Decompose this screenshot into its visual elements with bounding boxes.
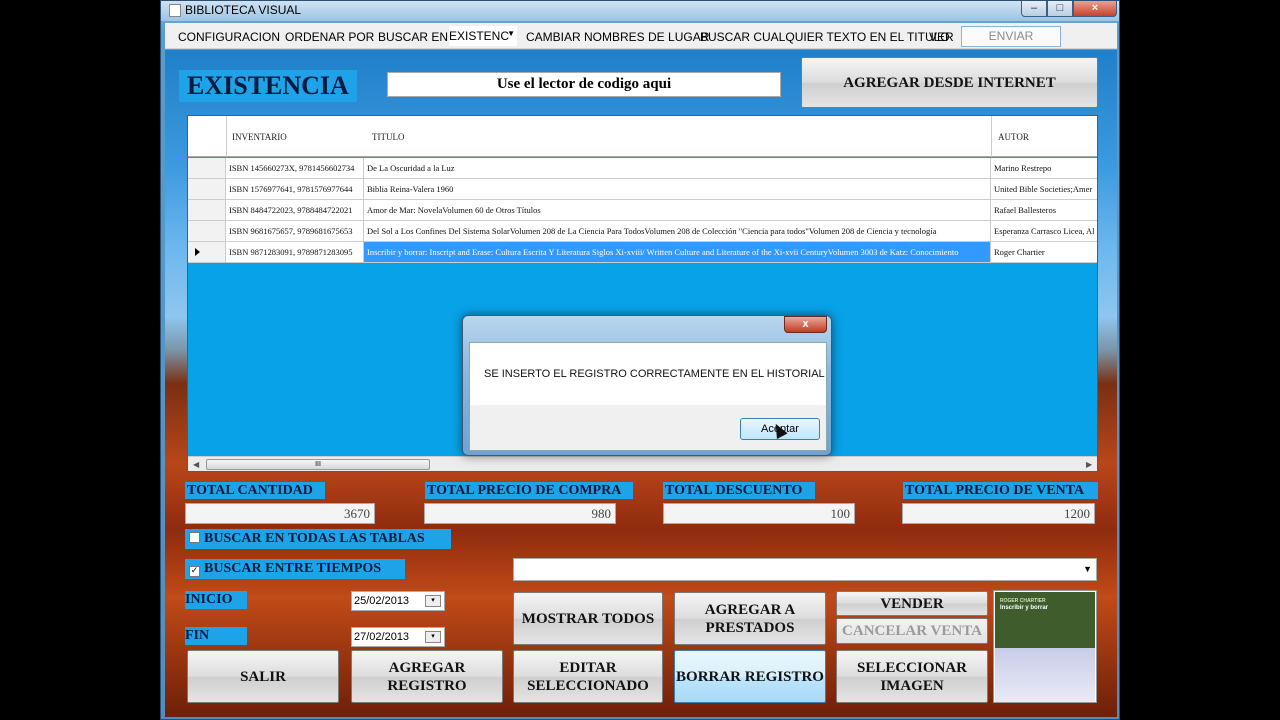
barcode-input[interactable]: Use el lector de codigo aqui: [387, 72, 781, 97]
window-title: BIBLIOTECA VISUAL: [185, 3, 302, 17]
inicio-date-picker[interactable]: 25/02/2013 ▾: [351, 591, 445, 611]
total-compra-value: 980: [424, 503, 616, 524]
cell-inventario[interactable]: ISBN 145660273X, 9781456602734: [226, 158, 364, 178]
editar-seleccionado-button[interactable]: EDITAR SELECCIONADO: [513, 650, 663, 703]
app-window: BIBLIOTECA VISUAL – □ × CONFIGURACION OR…: [160, 0, 1120, 720]
menu-ordenar-por[interactable]: ORDENAR POR: [285, 30, 374, 44]
agregar-registro-button[interactable]: AGREGAR REGISTRO: [351, 650, 503, 703]
cell-titulo[interactable]: Del Sol a Los Confines Del Sistema Solar…: [364, 221, 991, 241]
cell-autor[interactable]: Marino Restrepo: [991, 158, 1097, 178]
total-venta-label: TOTAL PRECIO DE VENTA: [903, 482, 1098, 499]
row-header[interactable]: [188, 200, 226, 220]
cell-titulo[interactable]: De La Oscuridad a la Luz: [364, 158, 991, 178]
calendar-icon[interactable]: ▾: [425, 631, 441, 643]
checkbox-label: BUSCAR EN TODAS LAS TABLAS: [204, 531, 425, 546]
grid-header: INVENTARIO TITULO AUTOR: [188, 116, 1097, 157]
cell-titulo[interactable]: Inscribir y borrar: Inscript and Erase: …: [364, 242, 991, 262]
fin-date-picker[interactable]: 27/02/2013 ▾: [351, 627, 445, 647]
fin-label: FIN: [185, 627, 247, 645]
column-header-autor[interactable]: AUTOR: [998, 132, 1029, 142]
cell-inventario[interactable]: ISBN 9681675657, 9789681675653: [226, 221, 364, 241]
enviar-correo-button[interactable]: ENVIAR CORREO: [961, 26, 1061, 62]
table-row[interactable]: ISBN 145660273X, 9781456602734 De La Osc…: [188, 158, 1097, 179]
total-cantidad-label: TOTAL CANTIDAD: [185, 482, 325, 499]
dialog-body: SE INSERTO EL REGISTRO CORRECTAMENTE EN …: [469, 342, 827, 451]
menu-buscar-en[interactable]: BUSCAR EN: [378, 30, 448, 44]
title-bar[interactable]: BIBLIOTECA VISUAL – □ ×: [161, 1, 1119, 21]
cancelar-venta-button[interactable]: CANCELAR VENTA: [836, 618, 988, 644]
dialog-close-button[interactable]: x: [784, 316, 827, 333]
mostrar-todos-button[interactable]: MOSTRAR TODOS: [513, 592, 663, 645]
cell-autor[interactable]: Esperanza Carrasco Licea, Al: [991, 221, 1097, 241]
fin-date-value: 27/02/2013: [354, 631, 410, 643]
column-header-inventario[interactable]: INVENTARIO: [232, 132, 287, 142]
current-row-icon: [195, 248, 200, 256]
table-row[interactable]: ISBN 9681675657, 9789681675653 Del Sol a…: [188, 221, 1097, 242]
checkbox-checked[interactable]: ✓: [189, 566, 200, 577]
table-row[interactable]: ISBN 1576977641, 9781576977644 Biblia Re…: [188, 179, 1097, 200]
minimize-button[interactable]: –: [1021, 1, 1047, 17]
dialog-message: SE INSERTO EL REGISTRO CORRECTAMENTE EN …: [484, 368, 825, 380]
agregar-prestados-button[interactable]: AGREGAR A PRESTADOS: [674, 592, 826, 645]
menu-bar: CONFIGURACION ORDENAR POR BUSCAR EN EXIS…: [165, 23, 1117, 62]
cell-inventario[interactable]: ISBN 8484722023, 9788484722021: [226, 200, 364, 220]
total-descuento-label: TOTAL DESCUENTO: [663, 482, 815, 499]
main-panel: EXISTENCIA Use el lector de codigo aqui …: [165, 50, 1117, 717]
row-header[interactable]: [188, 242, 226, 262]
scroll-right-icon[interactable]: ▶: [1086, 460, 1092, 469]
cell-titulo[interactable]: Biblia Reina-Valera 1960: [364, 179, 991, 199]
row-header[interactable]: [188, 158, 226, 178]
chevron-down-icon: ▼: [1083, 564, 1092, 574]
menu-cambiar-nombres[interactable]: CAMBIAR NOMBRES DE LUGAR: [526, 30, 709, 44]
cell-autor[interactable]: Rafael Ballesteros: [991, 200, 1097, 220]
book-cover-author: ROGER CHARTIER: [1000, 598, 1046, 604]
cell-autor[interactable]: United Bible Societies;Amer: [991, 179, 1097, 199]
scroll-left-icon[interactable]: ◀: [193, 460, 199, 469]
horizontal-scrollbar[interactable]: ◀ III ▶: [188, 456, 1097, 471]
cell-inventario[interactable]: ISBN 1576977641, 9781576977644: [226, 179, 364, 199]
message-dialog: x SE INSERTO EL REGISTRO CORRECTAMENTE E…: [462, 315, 832, 456]
row-header[interactable]: [188, 179, 226, 199]
chevron-down-icon: ▼: [507, 29, 515, 38]
search-table-combo[interactable]: EXISTENC ▼: [449, 26, 517, 46]
desktop: BIBLIOTECA VISUAL – □ × CONFIGURACION OR…: [0, 0, 1280, 720]
inicio-label: INICIO: [185, 591, 247, 609]
book-cover-image: ROGER CHARTIER Inscribir y borrar: [993, 590, 1097, 703]
search-table-value: EXISTENC: [449, 29, 510, 43]
column-header-titulo[interactable]: TITULO: [372, 132, 405, 142]
menu-configuracion[interactable]: CONFIGURACION: [178, 30, 280, 44]
maximize-button[interactable]: □: [1047, 1, 1073, 17]
checkbox-label: BUSCAR ENTRE TIEMPOS: [204, 561, 382, 576]
buscar-todas-tablas-checkbox[interactable]: BUSCAR EN TODAS LAS TABLAS: [185, 529, 451, 549]
borrar-registro-button[interactable]: BORRAR REGISTRO: [674, 650, 826, 703]
close-window-button[interactable]: ×: [1073, 1, 1117, 17]
buscar-entre-tiempos-checkbox[interactable]: ✓ BUSCAR ENTRE TIEMPOS: [185, 559, 405, 579]
table-row[interactable]: ISBN 8484722023, 9788484722021 Amor de M…: [188, 200, 1097, 221]
inicio-date-value: 25/02/2013: [354, 595, 410, 607]
salir-button[interactable]: SALIR: [187, 650, 339, 703]
checkbox-box[interactable]: [189, 532, 200, 543]
calendar-icon[interactable]: ▾: [425, 595, 441, 607]
cell-inventario[interactable]: ISBN 9871283091, 9789871283095: [226, 242, 364, 262]
row-header[interactable]: [188, 221, 226, 241]
book-cover-title: Inscribir y borrar: [1000, 605, 1049, 611]
menu-ver[interactable]: VER: [929, 30, 954, 44]
total-compra-label: TOTAL PRECIO DE COMPRA: [425, 482, 633, 499]
section-label: EXISTENCIA: [179, 70, 357, 102]
seleccionar-imagen-button[interactable]: SELECCIONAR IMAGEN: [836, 650, 988, 703]
search-combo[interactable]: ▼: [513, 558, 1097, 581]
add-from-internet-button[interactable]: AGREGAR DESDE INTERNET: [801, 57, 1098, 108]
vender-button[interactable]: VENDER: [836, 591, 988, 616]
scrollbar-thumb[interactable]: III: [206, 459, 430, 470]
total-descuento-value: 100: [663, 503, 855, 524]
app-icon: [169, 4, 181, 17]
total-cantidad-value: 3670: [185, 503, 375, 524]
table-row-selected[interactable]: ISBN 9871283091, 9789871283095 Inscribir…: [188, 242, 1097, 263]
cell-autor[interactable]: Roger Chartier: [991, 242, 1097, 262]
total-venta-value: 1200: [902, 503, 1095, 524]
cell-titulo[interactable]: Amor de Mar: NovelaVolumen 60 de Otros T…: [364, 200, 991, 220]
menu-buscar-texto[interactable]: BUSCAR CUALQUIER TEXTO EN EL TITULO: [700, 30, 950, 44]
